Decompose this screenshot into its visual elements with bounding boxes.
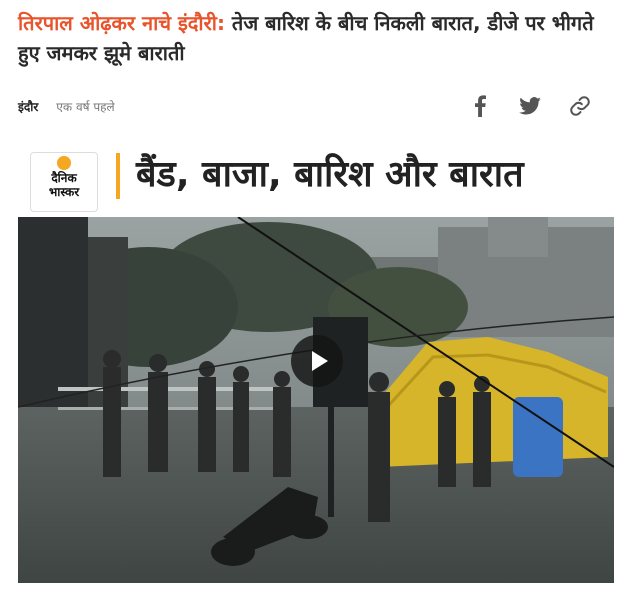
article-meta: इंदौर एक वर्ष पहले [18,96,115,116]
video-thumbnail [18,217,614,583]
facebook-icon [475,95,486,117]
article-headline: तिरपाल ओढ़कर नाचे इंदौरी: तेज बारिश के ब… [18,8,618,68]
facebook-share-button[interactable] [455,92,505,120]
link-icon [570,96,590,116]
dainik-bhaskar-logo: दैनिक भास्कर [30,152,98,212]
play-button[interactable] [291,335,343,387]
headline-kicker: तिरपाल ओढ़कर नाचे इंदौरी: [18,11,225,35]
share-bar [455,92,605,120]
logo-line1: दैनिक [51,171,77,185]
video-banner: दैनिक भास्कर बैंड, बाजा, बारिश और बारात [18,135,614,218]
twitter-share-button[interactable] [505,92,555,120]
location-label[interactable]: इंदौर [18,98,38,115]
video-player[interactable]: दैनिक भास्कर बैंड, बाजा, बारिश और बारात [18,135,614,583]
publish-time: एक वर्ष पहले [56,99,115,114]
copy-link-button[interactable] [555,92,605,120]
sun-logo-icon [57,156,71,170]
play-icon [311,351,328,371]
logo-line2: भास्कर [48,185,80,199]
twitter-icon [519,97,541,115]
banner-divider [116,153,120,199]
banner-title: बैंड, बाजा, बारिश और बारात [136,154,524,195]
